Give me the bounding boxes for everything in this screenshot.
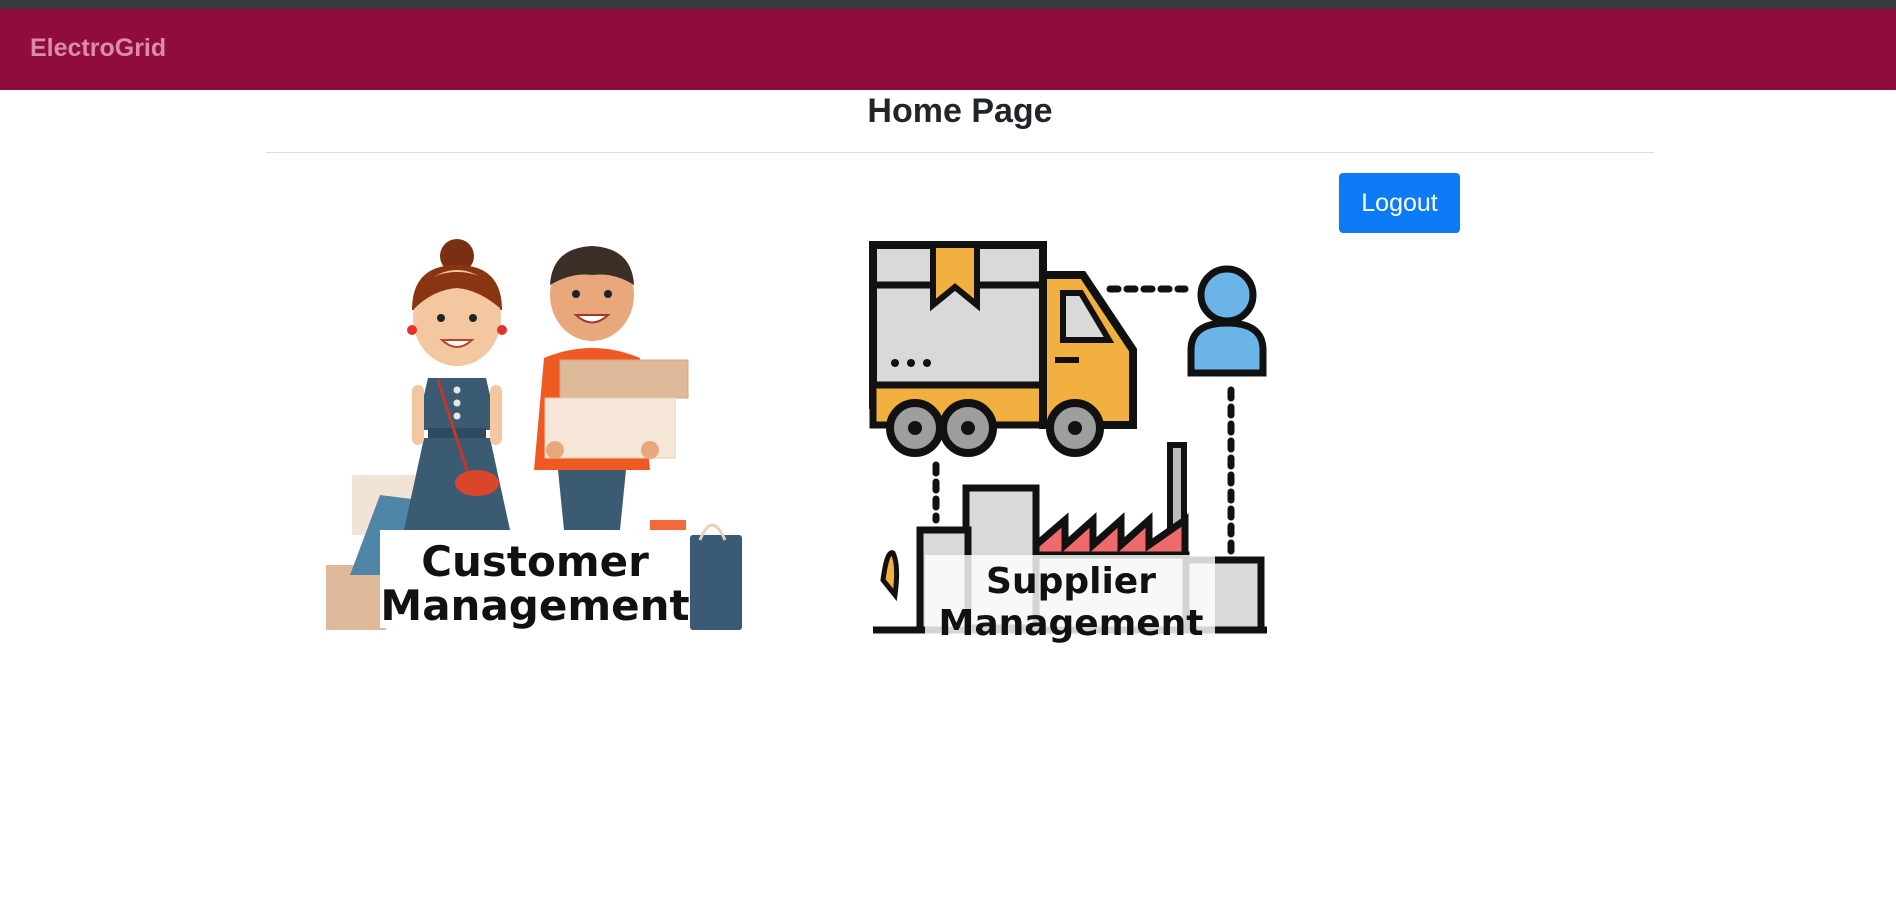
navbar: ElectroGrid	[0, 9, 1896, 90]
supplier-management-illustration: Supplier Management	[869, 241, 1267, 644]
window-top-strip	[0, 0, 1896, 9]
brand-link[interactable]: ElectroGrid	[30, 34, 166, 63]
customer-management-illustration: Customer Management	[326, 239, 742, 630]
customer-management-card[interactable]: Customer Management	[320, 230, 750, 640]
supplier-management-line1: Supplier	[986, 561, 1156, 602]
customer-management-line2: Management	[380, 581, 689, 630]
customer-management-line1: Customer	[421, 537, 649, 586]
page-title: Home Page	[867, 92, 1053, 130]
logout-button[interactable]: Logout	[1339, 173, 1460, 233]
supplier-management-line2: Management	[939, 603, 1204, 644]
supplier-management-card[interactable]: Supplier Management	[865, 235, 1275, 645]
title-divider	[266, 152, 1654, 153]
